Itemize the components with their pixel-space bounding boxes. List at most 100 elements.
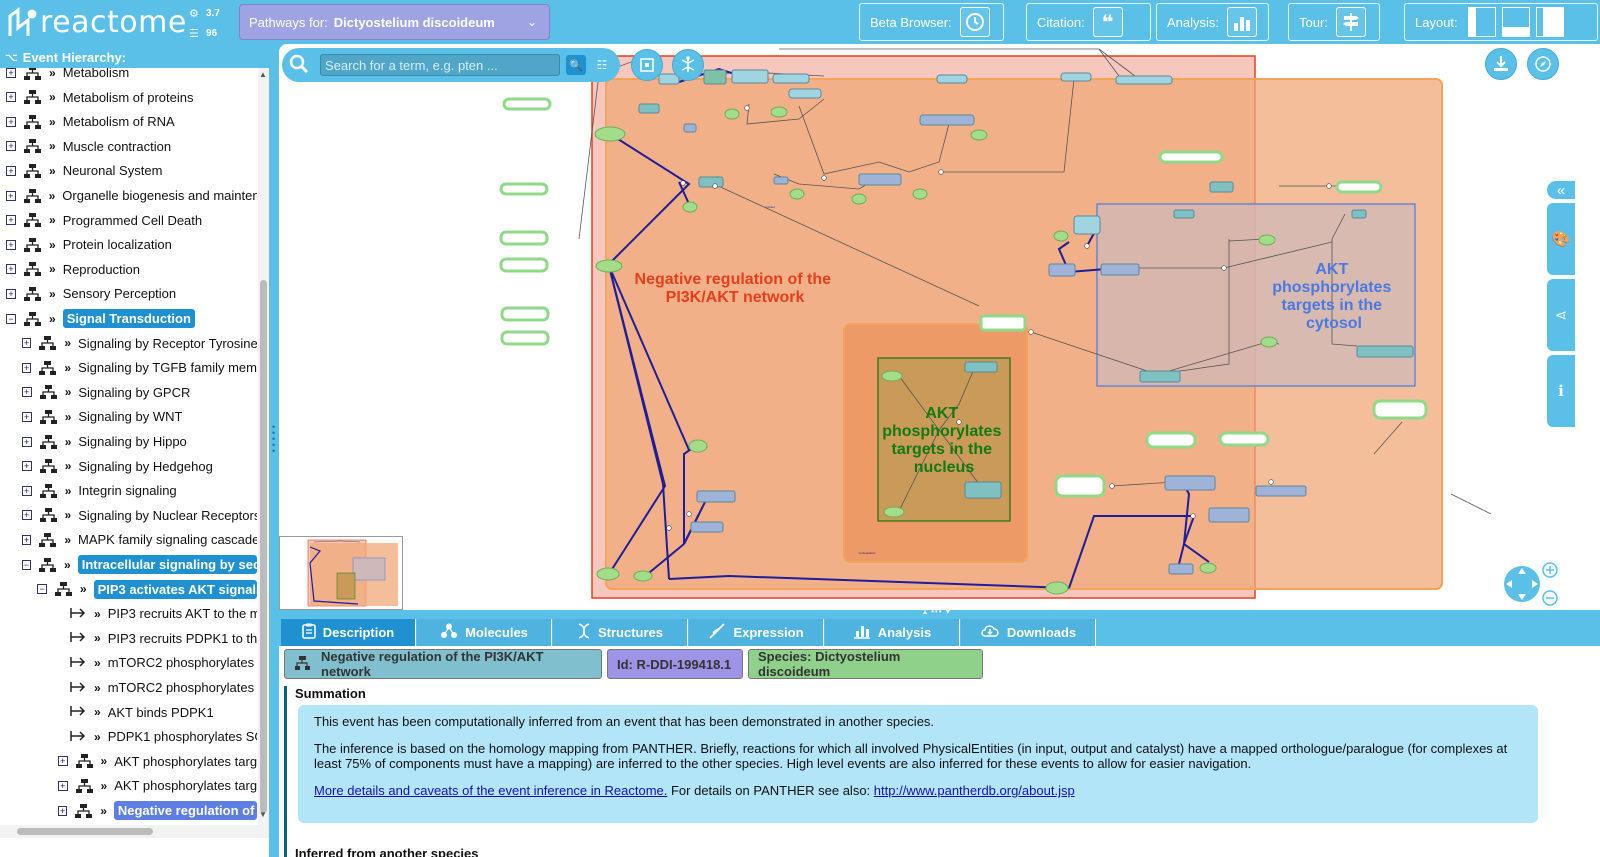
- complex-node[interactable]: [499, 182, 549, 196]
- complex-node[interactable]: [1054, 474, 1106, 498]
- tree-item[interactable]: + » Protein localization: [6, 232, 257, 257]
- go-to-diagram-icon[interactable]: »: [49, 139, 56, 153]
- tree-item[interactable]: » mTORC2 phosphorylates A: [70, 650, 257, 675]
- tree-item[interactable]: − » Intracellular signaling by seco: [21, 552, 257, 577]
- protein-node[interactable]: [1255, 485, 1307, 497]
- pathway-diagram[interactable]: Negative regulation of the PI3K/AKT netw…: [279, 44, 1600, 610]
- small-molecule-node[interactable]: [633, 570, 653, 582]
- tab-description[interactable]: Description: [281, 619, 416, 646]
- go-to-diagram-icon[interactable]: »: [49, 287, 56, 301]
- tour-button[interactable]: Tour:: [1288, 3, 1380, 41]
- protein-node[interactable]: [936, 74, 968, 84]
- small-molecule-node[interactable]: [682, 201, 698, 213]
- small-molecule-node[interactable]: [881, 370, 903, 382]
- tab-structures[interactable]: Structures: [553, 619, 688, 646]
- complex-node[interactable]: [979, 314, 1027, 332]
- diagram-settings-button[interactable]: [1527, 48, 1559, 80]
- protein-node[interactable]: [1356, 345, 1414, 358]
- protein-node[interactable]: [1173, 209, 1195, 219]
- download-diagram-button[interactable]: [1485, 48, 1517, 80]
- tree-item[interactable]: + » Metabolism of RNA: [6, 109, 257, 134]
- go-to-diagram-icon[interactable]: »: [94, 730, 101, 744]
- complex-node[interactable]: [1158, 150, 1224, 164]
- expand-icon[interactable]: +: [21, 534, 32, 545]
- small-molecule-node[interactable]: [970, 129, 988, 141]
- tree-item[interactable]: + » Muscle contraction: [6, 134, 257, 159]
- small-molecule-node[interactable]: [595, 259, 623, 273]
- inference-details-link[interactable]: More details and caveats of the event in…: [314, 783, 667, 798]
- tree-item[interactable]: + » Metabolism: [6, 68, 257, 85]
- collapse-icon[interactable]: −: [37, 584, 47, 595]
- protein-node[interactable]: [919, 114, 975, 126]
- share-tab[interactable]: ⋖: [1547, 279, 1575, 351]
- expand-icon[interactable]: +: [58, 780, 68, 791]
- expand-icon[interactable]: +: [21, 510, 32, 521]
- small-molecule-node[interactable]: [724, 108, 740, 120]
- scroll-up-icon[interactable]: ▲: [259, 70, 267, 79]
- go-to-diagram-icon[interactable]: »: [64, 533, 71, 547]
- expand-icon[interactable]: +: [21, 436, 32, 447]
- search-input[interactable]: [320, 54, 560, 76]
- expand-icon[interactable]: +: [21, 362, 32, 373]
- complex-node[interactable]: [499, 230, 549, 246]
- go-to-diagram-icon[interactable]: »: [49, 312, 56, 326]
- protein-node[interactable]: [788, 88, 822, 99]
- small-molecule-node[interactable]: [1053, 230, 1069, 242]
- protein-node[interactable]: [964, 481, 1002, 499]
- layout-right-panel-icon[interactable]: [1535, 7, 1564, 37]
- protein-node[interactable]: [1115, 75, 1173, 85]
- protein-node[interactable]: [696, 490, 736, 503]
- protein-node[interactable]: [731, 69, 769, 84]
- fit-diagram-button[interactable]: [631, 49, 663, 81]
- protein-node[interactable]: [773, 176, 789, 185]
- complex-node[interactable]: [500, 306, 550, 322]
- tree-item[interactable]: + » Signaling by WNT: [21, 404, 257, 429]
- search-submit-button[interactable]: 🔍: [566, 55, 586, 75]
- scroll-down-icon[interactable]: ▼: [259, 810, 267, 819]
- tree-item[interactable]: + » Signaling by GPCR: [21, 380, 257, 405]
- small-molecule-node[interactable]: [912, 188, 928, 200]
- tree-item[interactable]: + » Signaling by Receptor Tyrosine I: [21, 331, 257, 356]
- expand-icon[interactable]: +: [6, 190, 16, 201]
- go-to-diagram-icon[interactable]: »: [65, 484, 72, 498]
- expand-icon[interactable]: +: [21, 461, 32, 472]
- protein-node[interactable]: [858, 173, 902, 186]
- small-molecule-node[interactable]: [770, 106, 788, 118]
- go-to-diagram-icon[interactable]: »: [49, 262, 56, 276]
- species-selector[interactable]: Pathways for: Dictyostelium discoideum ⌄: [239, 4, 550, 40]
- tree-item[interactable]: » AKT binds PDPK1: [70, 700, 257, 725]
- go-to-diagram-icon[interactable]: »: [94, 681, 101, 695]
- protein-node[interactable]: [703, 69, 727, 85]
- tab-downloads[interactable]: Downloads: [961, 619, 1096, 646]
- go-to-diagram-icon[interactable]: »: [49, 115, 56, 129]
- tree-item[interactable]: + » Metabolism of proteins: [6, 85, 257, 110]
- tree-item[interactable]: + » Reproduction: [6, 257, 257, 282]
- protein-node[interactable]: [1209, 181, 1234, 193]
- small-molecule-node[interactable]: [594, 126, 626, 142]
- reactome-logo[interactable]: reactome: [4, 4, 186, 42]
- layout-left-panel-icon[interactable]: [1467, 7, 1496, 37]
- expand-icon[interactable]: +: [6, 264, 16, 275]
- protein-node[interactable]: [1073, 215, 1101, 235]
- go-to-diagram-icon[interactable]: »: [65, 459, 72, 473]
- tree-item[interactable]: + » Neuronal System: [6, 158, 257, 183]
- horizontal-splitter[interactable]: ▴ ••• ▾: [279, 607, 1600, 619]
- go-to-diagram-icon[interactable]: »: [101, 754, 108, 768]
- small-molecule-node[interactable]: [883, 506, 905, 518]
- protein-node[interactable]: [638, 103, 660, 114]
- layout-bottom-panel-icon[interactable]: [1501, 7, 1530, 37]
- expand-icon[interactable]: +: [6, 288, 16, 299]
- go-to-diagram-icon[interactable]: »: [94, 631, 101, 645]
- tab-analysis[interactable]: Analysis: [825, 619, 960, 646]
- tree-item[interactable]: + » AKT phosphorylates target: [58, 749, 257, 774]
- go-to-diagram-icon[interactable]: »: [49, 68, 56, 80]
- protein-node[interactable]: [1168, 563, 1194, 575]
- expand-icon[interactable]: +: [21, 485, 32, 496]
- complex-node[interactable]: [1145, 431, 1197, 449]
- small-molecule-node[interactable]: [1260, 336, 1278, 348]
- protein-node[interactable]: [683, 123, 697, 133]
- diagram-thumbnail[interactable]: [279, 536, 403, 610]
- go-to-diagram-icon[interactable]: »: [64, 558, 71, 572]
- protein-node[interactable]: [1060, 72, 1092, 82]
- illustration-button[interactable]: [672, 49, 704, 81]
